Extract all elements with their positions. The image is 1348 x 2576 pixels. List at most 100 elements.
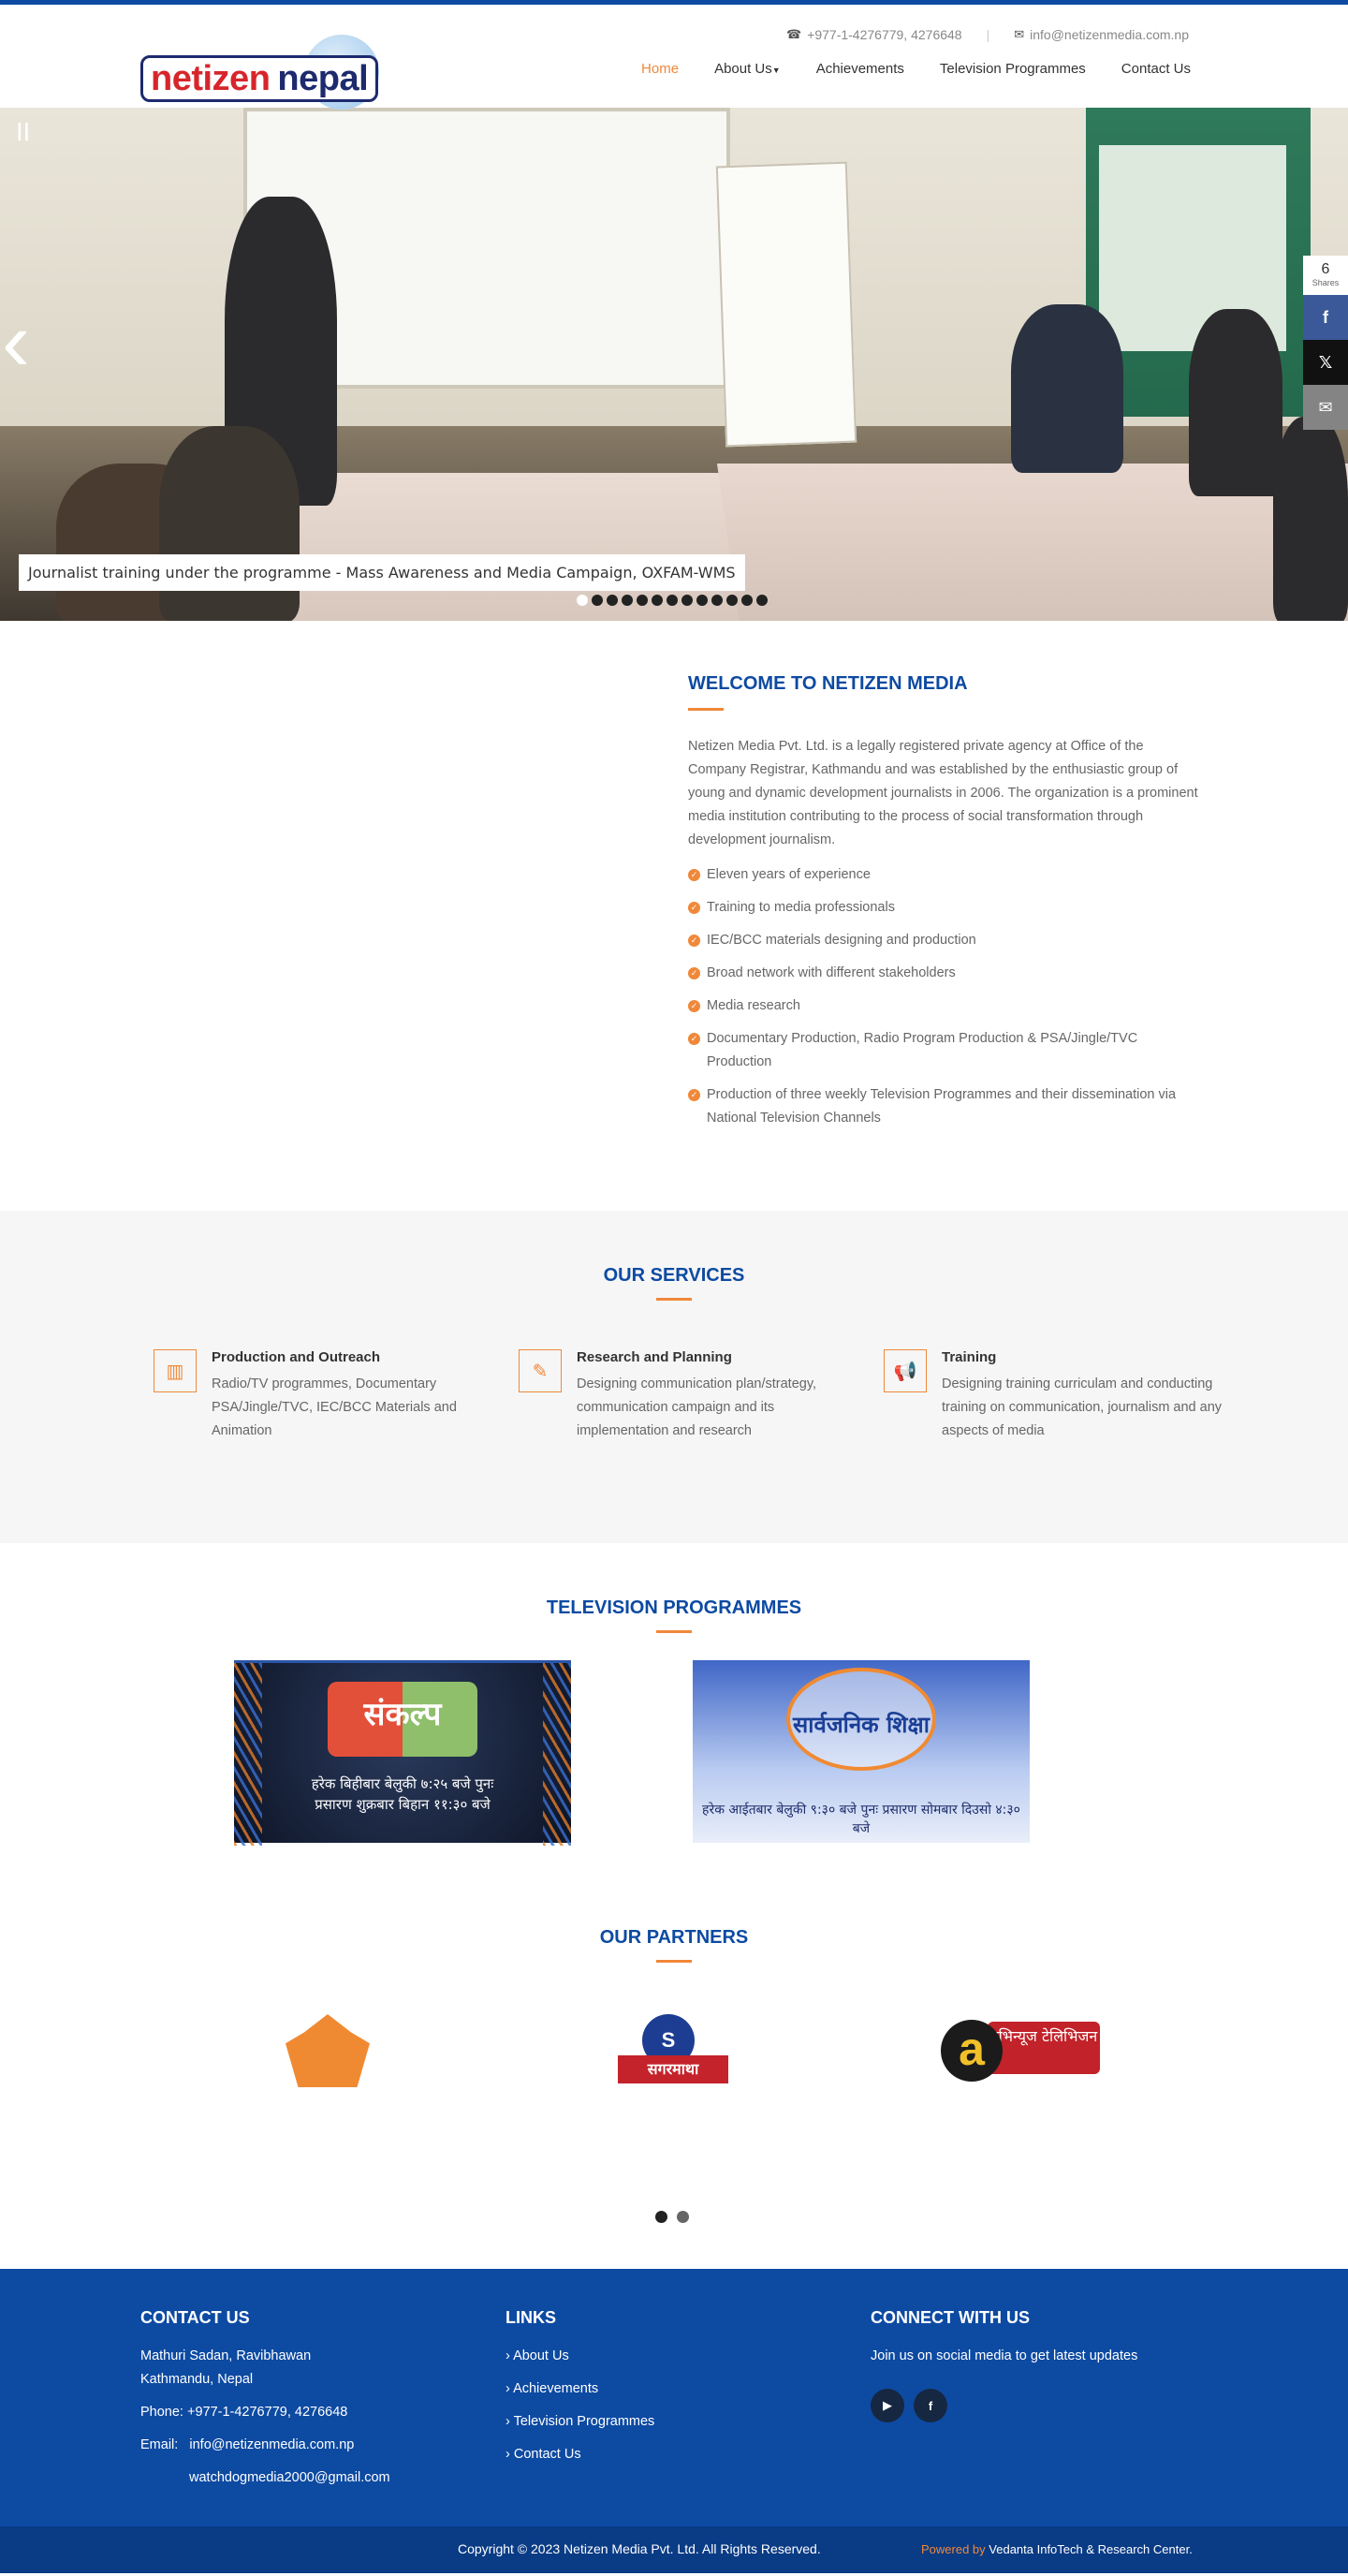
slider-dot[interactable] bbox=[696, 595, 708, 606]
slider-dot[interactable] bbox=[622, 595, 633, 606]
welcome-title: WELCOME TO NETIZEN MEDIA bbox=[688, 673, 968, 694]
slider-dot[interactable] bbox=[667, 595, 678, 606]
slider-dot[interactable] bbox=[607, 595, 618, 606]
chevron-right-icon: › bbox=[506, 2414, 514, 2429]
slide-caption: Journalist training under the programme … bbox=[19, 554, 745, 591]
welcome-point: ✓ Media research bbox=[688, 994, 1198, 1018]
services-title: OUR SERVICES bbox=[603, 1265, 745, 1286]
footer-contact: CONTACT US Mathuri Sadan, Ravibhawan Kat… bbox=[140, 2308, 390, 2490]
check-circle-icon: ✓ bbox=[688, 902, 700, 914]
slider-dot[interactable] bbox=[681, 595, 693, 606]
service-title: Production and Outreach bbox=[212, 1349, 381, 1365]
youtube-icon[interactable]: ▶ bbox=[871, 2389, 904, 2422]
service-description: Radio/TV programmes, Documentary PSA/Jin… bbox=[212, 1376, 457, 1438]
check-circle-icon: ✓ bbox=[688, 1089, 700, 1101]
avenues-emblem: a bbox=[941, 2020, 1003, 2082]
check-circle-icon: ✓ bbox=[688, 935, 700, 947]
slider-dot[interactable] bbox=[577, 595, 588, 606]
welcome-point: ✓ Production of three weekly Television P… bbox=[688, 1083, 1198, 1130]
slide-photo-person bbox=[1011, 304, 1123, 473]
partners-heading: OUR PARTNERS bbox=[0, 1894, 1348, 1963]
nav-television-programmes[interactable]: Television Programmes bbox=[940, 61, 1086, 77]
check-circle-icon: ✓ bbox=[688, 1000, 700, 1012]
welcome-point: ✓ Training to media professionals bbox=[688, 896, 1198, 920]
footer-link[interactable]: › Achievements bbox=[506, 2377, 654, 2401]
slide-photo-person bbox=[1189, 309, 1282, 496]
partner-logo-sagarmatha[interactable]: S सगरमाथा bbox=[618, 2014, 728, 2087]
slider-dot[interactable] bbox=[756, 595, 768, 606]
nav-about-us[interactable]: About Us▼ bbox=[714, 61, 781, 77]
tv-programme-sankalpa[interactable]: संकल्प हरेक बिहीबार बेलुकी ७:२५ बजे पुनः… bbox=[234, 1660, 571, 1846]
footer-email-1[interactable]: info@netizenmedia.com.np bbox=[189, 2437, 354, 2452]
service-body: Production and Outreach Radio/TV programm… bbox=[212, 1349, 492, 1443]
programme-schedule: हरेक आईतबार बेलुकी ९:३० बजे पुनः प्रसारण… bbox=[702, 1803, 1020, 1836]
footer-links: LINKS › About Us › Achievements › Televisi… bbox=[506, 2308, 654, 2476]
email-share-button[interactable]: ✉ bbox=[1303, 385, 1348, 430]
partner-logo-nepal-television[interactable] bbox=[286, 2014, 370, 2087]
service-description: Designing training curriculam and conduc… bbox=[942, 1376, 1223, 1438]
caret-down-icon: ▼ bbox=[771, 66, 781, 75]
powered-by-vendor-link[interactable]: Vedanta InfoTech & Research Center. bbox=[989, 2542, 1193, 2556]
welcome-content: WELCOME TO NETIZEN MEDIA Netizen Media P… bbox=[688, 673, 1198, 1140]
footer-email-2[interactable]: watchdogmedia2000@gmail.com bbox=[140, 2466, 390, 2490]
services-list: ▥ Production and Outreach Radio/TV program… bbox=[154, 1349, 1249, 1443]
slider-pause-button[interactable]: || bbox=[17, 121, 31, 142]
programme-schedule: हरेक बिहीबार बेलुकी ७:२५ बजे पुनः प्रसार… bbox=[311, 1775, 494, 1813]
carousel-dot[interactable] bbox=[655, 2211, 667, 2223]
slider-dot[interactable] bbox=[741, 595, 753, 606]
footer-link-label: Achievements bbox=[513, 2381, 599, 2396]
sagarmatha-wordmark: सगरमाथा bbox=[618, 2055, 728, 2083]
share-count: 6 Shares bbox=[1303, 256, 1348, 295]
programme-badge: संकल्प bbox=[328, 1682, 477, 1757]
title-underline bbox=[656, 1630, 692, 1633]
welcome-point-text: Broad network with different stakeholder… bbox=[707, 965, 956, 980]
slider-dot[interactable] bbox=[711, 595, 723, 606]
footer-link[interactable]: › Television Programmes bbox=[506, 2410, 654, 2434]
carousel-dot[interactable] bbox=[677, 2211, 689, 2223]
partner-logo-avenues-tv[interactable]: एभिन्यूज टेलिभिजन a bbox=[941, 2014, 1100, 2087]
header-contact-bar: ☎ +977-1-4276779, 4276648 | ✉ info@netiz… bbox=[786, 27, 1189, 42]
welcome-section: WELCOME TO NETIZEN MEDIA Netizen Media P… bbox=[0, 621, 1348, 1211]
contact-separator: | bbox=[986, 27, 990, 42]
site-footer: CONTACT US Mathuri Sadan, Ravibhawan Kat… bbox=[0, 2269, 1348, 2526]
slider-dot[interactable] bbox=[637, 595, 648, 606]
phone-icon: ☎ bbox=[785, 27, 802, 41]
tv-programme-sarvajanik-shiksha[interactable]: सार्वजनिक शिक्षा हरेक आईतबार बेलुकी ९:३०… bbox=[693, 1660, 1030, 1843]
slider-dot[interactable] bbox=[726, 595, 738, 606]
welcome-point-text: IEC/BCC materials designing and producti… bbox=[707, 933, 976, 948]
nav-achievements[interactable]: Achievements bbox=[816, 61, 904, 77]
footer-links-list: › About Us › Achievements › Television Pro… bbox=[506, 2345, 654, 2466]
share-count-value: 6 bbox=[1321, 261, 1330, 277]
nav-contact-us[interactable]: Contact Us bbox=[1121, 61, 1191, 77]
slider-prev-arrow[interactable]: ‹ bbox=[2, 300, 49, 389]
welcome-points: ✓ Eleven years of experience ✓ Training to … bbox=[688, 863, 1198, 1130]
footer-link-label: Contact Us bbox=[513, 2447, 581, 2462]
check-circle-icon: ✓ bbox=[688, 967, 700, 979]
footer-phone: Phone: +977-1-4276779, 4276648 bbox=[140, 2405, 348, 2420]
main-nav: Home About Us▼ Achievements Television P… bbox=[641, 61, 1191, 77]
slider-dot[interactable] bbox=[652, 595, 663, 606]
nav-home[interactable]: Home bbox=[641, 61, 679, 77]
facebook-icon: f bbox=[1323, 307, 1328, 327]
copyright-text: Copyright © 2023 Netizen Media Pvt. Ltd.… bbox=[458, 2541, 821, 2556]
footer-social-links: ▶ f bbox=[871, 2389, 1137, 2422]
slider-dot[interactable] bbox=[592, 595, 603, 606]
facebook-share-button[interactable]: f bbox=[1303, 295, 1348, 340]
welcome-point: ✓ IEC/BCC materials designing and product… bbox=[688, 929, 1198, 952]
logo-wordmark: netizen nepal bbox=[140, 55, 379, 102]
tv-programmes-section: TELEVISION PROGRAMMES संकल्प हरेक बिहीबा… bbox=[0, 1543, 1348, 1894]
site-logo[interactable]: netizen nepal bbox=[140, 35, 384, 110]
service-title: Training bbox=[942, 1349, 997, 1365]
footer-link[interactable]: › About Us bbox=[506, 2345, 654, 2368]
facebook-icon[interactable]: f bbox=[914, 2389, 947, 2422]
footer-email-row: Email: info@netizenmedia.com.np bbox=[140, 2434, 390, 2457]
edit-icon: ✎ bbox=[519, 1349, 562, 1392]
header-email[interactable]: info@netizenmedia.com.np bbox=[1030, 27, 1189, 42]
twitter-share-button[interactable]: 𝕏 bbox=[1303, 340, 1348, 385]
decorative-stripes bbox=[543, 1663, 571, 1846]
service-body: Training Designing training curriculam an… bbox=[942, 1349, 1223, 1443]
footer-link[interactable]: › Contact Us bbox=[506, 2443, 654, 2466]
tv-title: TELEVISION PROGRAMMES bbox=[546, 1597, 802, 1618]
tv-heading: TELEVISION PROGRAMMES bbox=[0, 1543, 1348, 1633]
envelope-icon: ✉ bbox=[1014, 27, 1025, 41]
